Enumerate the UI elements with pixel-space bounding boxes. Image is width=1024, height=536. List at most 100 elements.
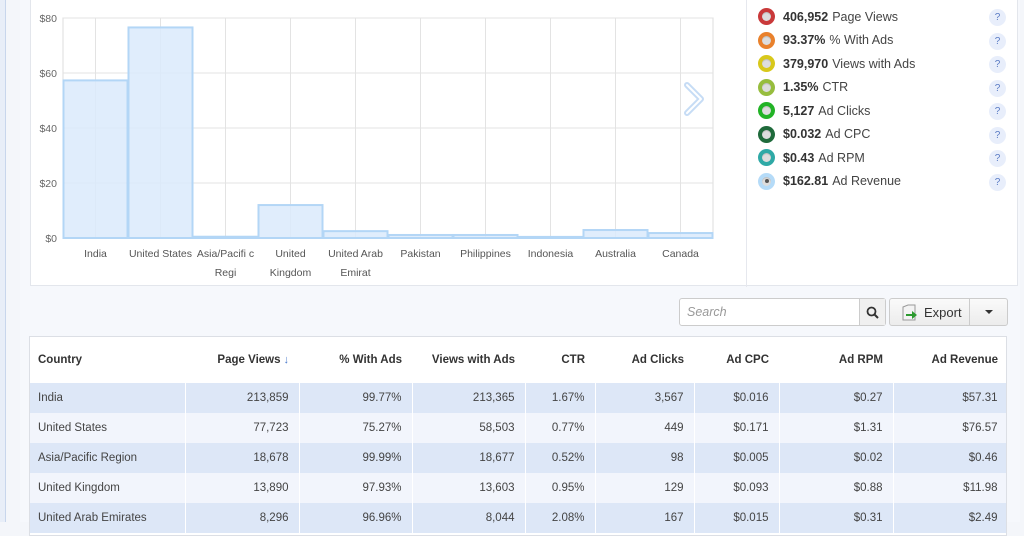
table-row[interactable]: Asia/Pacific Region 18,678 99.99% 18,677 0.5…: [30, 443, 1006, 473]
radio-unselected-icon[interactable]: [758, 78, 775, 96]
radio-unselected-icon[interactable]: [758, 55, 775, 73]
radio-unselected-icon[interactable]: [758, 31, 775, 49]
legend-label: Ad Revenue: [832, 174, 901, 189]
column-header[interactable]: Ad RPM: [779, 337, 893, 383]
legend-item[interactable]: $0.032 Ad CPC?: [758, 123, 1018, 147]
metric-cell: 449: [595, 413, 695, 443]
metric-cell: 99.99%: [299, 443, 413, 473]
chevron-right-icon: [684, 82, 704, 116]
radio-unselected-icon[interactable]: [758, 102, 775, 120]
legend-item[interactable]: 379,970 Views with Ads?: [758, 52, 1018, 76]
x-tick-label: Philippines: [460, 248, 511, 260]
metric-cell: $0.31: [779, 503, 894, 533]
column-header[interactable]: Ad Revenue: [893, 337, 1006, 383]
country-cell: Asia/Pacific Region: [30, 443, 186, 473]
column-header-label: Ad RPM: [838, 354, 883, 366]
x-tick-label: Canada: [662, 248, 699, 260]
bar: [387, 233, 454, 240]
legend-value: $162.81: [783, 174, 829, 189]
metric-cell: 0.95%: [525, 473, 596, 503]
column-header[interactable]: Country: [30, 337, 185, 383]
legend-label: % With Ads: [829, 33, 894, 48]
metric-cell: 13,603: [412, 473, 526, 503]
legend-label: Ad Clicks: [818, 103, 871, 118]
metric-cell: $1.31: [779, 413, 894, 443]
x-tick-label: Regi: [215, 267, 237, 279]
metric-cell: $11.98: [893, 473, 1006, 503]
bar: [127, 26, 194, 240]
column-header-label: % With Ads: [339, 354, 402, 366]
y-tick-label: $80: [39, 13, 57, 25]
metric-cell: $2.49: [893, 503, 1006, 533]
radio-unselected-icon[interactable]: [758, 8, 775, 26]
metric-cell: 8,044: [412, 503, 526, 533]
legend-label: Ad RPM: [818, 150, 865, 165]
legend-label: Ad CPC: [825, 127, 871, 142]
help-icon[interactable]: ?: [989, 32, 1006, 50]
x-tick-label: Kingdom: [270, 267, 312, 279]
metrics-legend: 406,952 Page Views? 93.37%% With Ads? 379,9…: [758, 5, 1018, 193]
bar: [257, 204, 324, 239]
table-row[interactable]: India 213,859 99.77% 213,365 1.67% 3,567 $0.01…: [30, 383, 1006, 413]
help-icon[interactable]: ?: [989, 9, 1006, 26]
metric-cell: $0.016: [694, 383, 780, 413]
search-input[interactable]: [680, 299, 859, 325]
metric-cell: 13,890: [185, 473, 300, 503]
metric-cell: 129: [595, 473, 695, 503]
table-header-row: Country Page Views ↓ % With Ads Views with A…: [30, 337, 1006, 383]
legend-value: $0.43: [783, 150, 815, 165]
column-header-label: Views with Ads: [431, 354, 515, 366]
revenue-by-country-chart: $0 $20 $40 $60 $80 India United States Asia/Pac…: [39, 13, 714, 279]
export-button[interactable]: Export: [890, 299, 969, 325]
y-tick-label: $60: [39, 68, 57, 80]
help-icon[interactable]: ?: [989, 150, 1006, 167]
legend-item[interactable]: 406,952 Page Views?: [758, 5, 1018, 29]
y-tick-label: $0: [45, 233, 57, 245]
help-icon[interactable]: ?: [989, 126, 1006, 144]
help-icon[interactable]: ?: [989, 103, 1006, 120]
x-tick-label: India: [84, 248, 107, 260]
radio-unselected-icon[interactable]: [758, 149, 775, 167]
column-header-label: CTR: [561, 354, 585, 366]
metric-cell: 0.52%: [525, 443, 596, 473]
country-cell: United Arab Emirates: [30, 503, 186, 533]
legend-item[interactable]: 5,127 Ad Clicks?: [758, 99, 1018, 123]
metric-cell: 99.77%: [299, 383, 413, 413]
legend-item[interactable]: $162.81 Ad Revenue?: [758, 170, 1018, 194]
table-row[interactable]: United States 77,723 75.27% 58,503 0.77% 449 $…: [30, 413, 1006, 443]
legend-label: Views with Ads: [832, 56, 916, 71]
country-cell: United States: [30, 413, 186, 443]
help-icon[interactable]: ?: [989, 56, 1006, 73]
radio-selected-icon[interactable]: [758, 172, 775, 190]
metric-cell: $0.015: [694, 503, 780, 533]
legend-item[interactable]: $0.43 Ad RPM?: [758, 146, 1018, 170]
legend-item[interactable]: 93.37%% With Ads?: [758, 29, 1018, 53]
metric-cell: 2.08%: [525, 503, 596, 533]
legend-value: 5,127: [783, 103, 815, 118]
table-row[interactable]: United Kingdom 13,890 97.93% 13,603 0.95% 129…: [30, 473, 1006, 503]
help-icon[interactable]: ?: [989, 79, 1006, 97]
help-icon[interactable]: ?: [989, 173, 1006, 191]
search-button[interactable]: [859, 299, 885, 325]
column-header[interactable]: Ad Clicks: [595, 337, 694, 383]
column-header[interactable]: % With Ads: [299, 337, 412, 383]
chart-next-button[interactable]: [679, 79, 709, 119]
metric-cell: 58,503: [412, 413, 526, 443]
column-header[interactable]: Views with Ads: [412, 337, 525, 383]
metric-cell: $0.02: [779, 443, 894, 473]
metric-cell: 18,678: [185, 443, 300, 473]
legend-item[interactable]: 1.35% CTR?: [758, 76, 1018, 100]
table-row[interactable]: United Arab Emirates 8,296 96.96% 8,044 2.08…: [30, 503, 1006, 533]
sort-descending-icon[interactable]: ↓: [284, 354, 290, 366]
radio-unselected-icon[interactable]: [758, 125, 775, 143]
country-cell: United Kingdom: [30, 473, 186, 503]
metric-cell: $57.31: [893, 383, 1006, 413]
column-header[interactable]: CTR: [525, 337, 595, 383]
metric-cell: 213,859: [185, 383, 300, 413]
metric-cell: 96.96%: [299, 503, 413, 533]
metric-cell: 213,365: [412, 383, 526, 413]
export-dropdown-toggle[interactable]: [969, 299, 1007, 325]
legend-value: 406,952: [783, 9, 829, 24]
column-header[interactable]: Ad CPC: [694, 337, 779, 383]
column-header[interactable]: Page Views ↓: [185, 337, 299, 383]
